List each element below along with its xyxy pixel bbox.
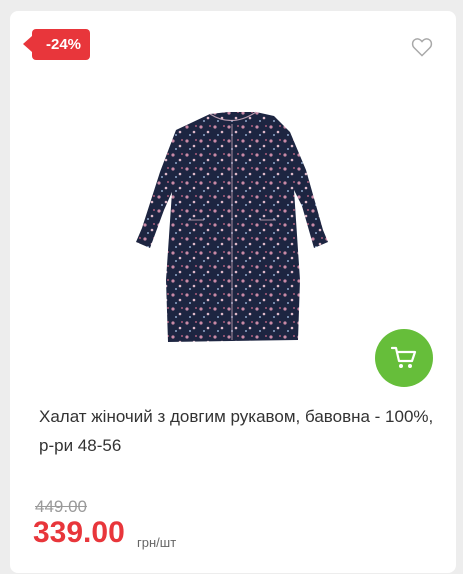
discount-badge: -24% [22, 29, 91, 60]
current-price: 339.00 [33, 516, 125, 549]
price-unit: грн/шт [137, 535, 177, 550]
favorite-button[interactable] [411, 37, 433, 57]
shopping-cart-icon [391, 346, 417, 368]
add-to-cart-button[interactable] [375, 329, 433, 387]
old-price: 449.00 [35, 497, 87, 516]
robe-image [136, 111, 328, 342]
product-title[interactable]: Халат жіночий з довгим рукавом, бавовна … [39, 402, 434, 460]
product-image[interactable] [128, 110, 338, 348]
heart-outline-icon [411, 38, 433, 57]
